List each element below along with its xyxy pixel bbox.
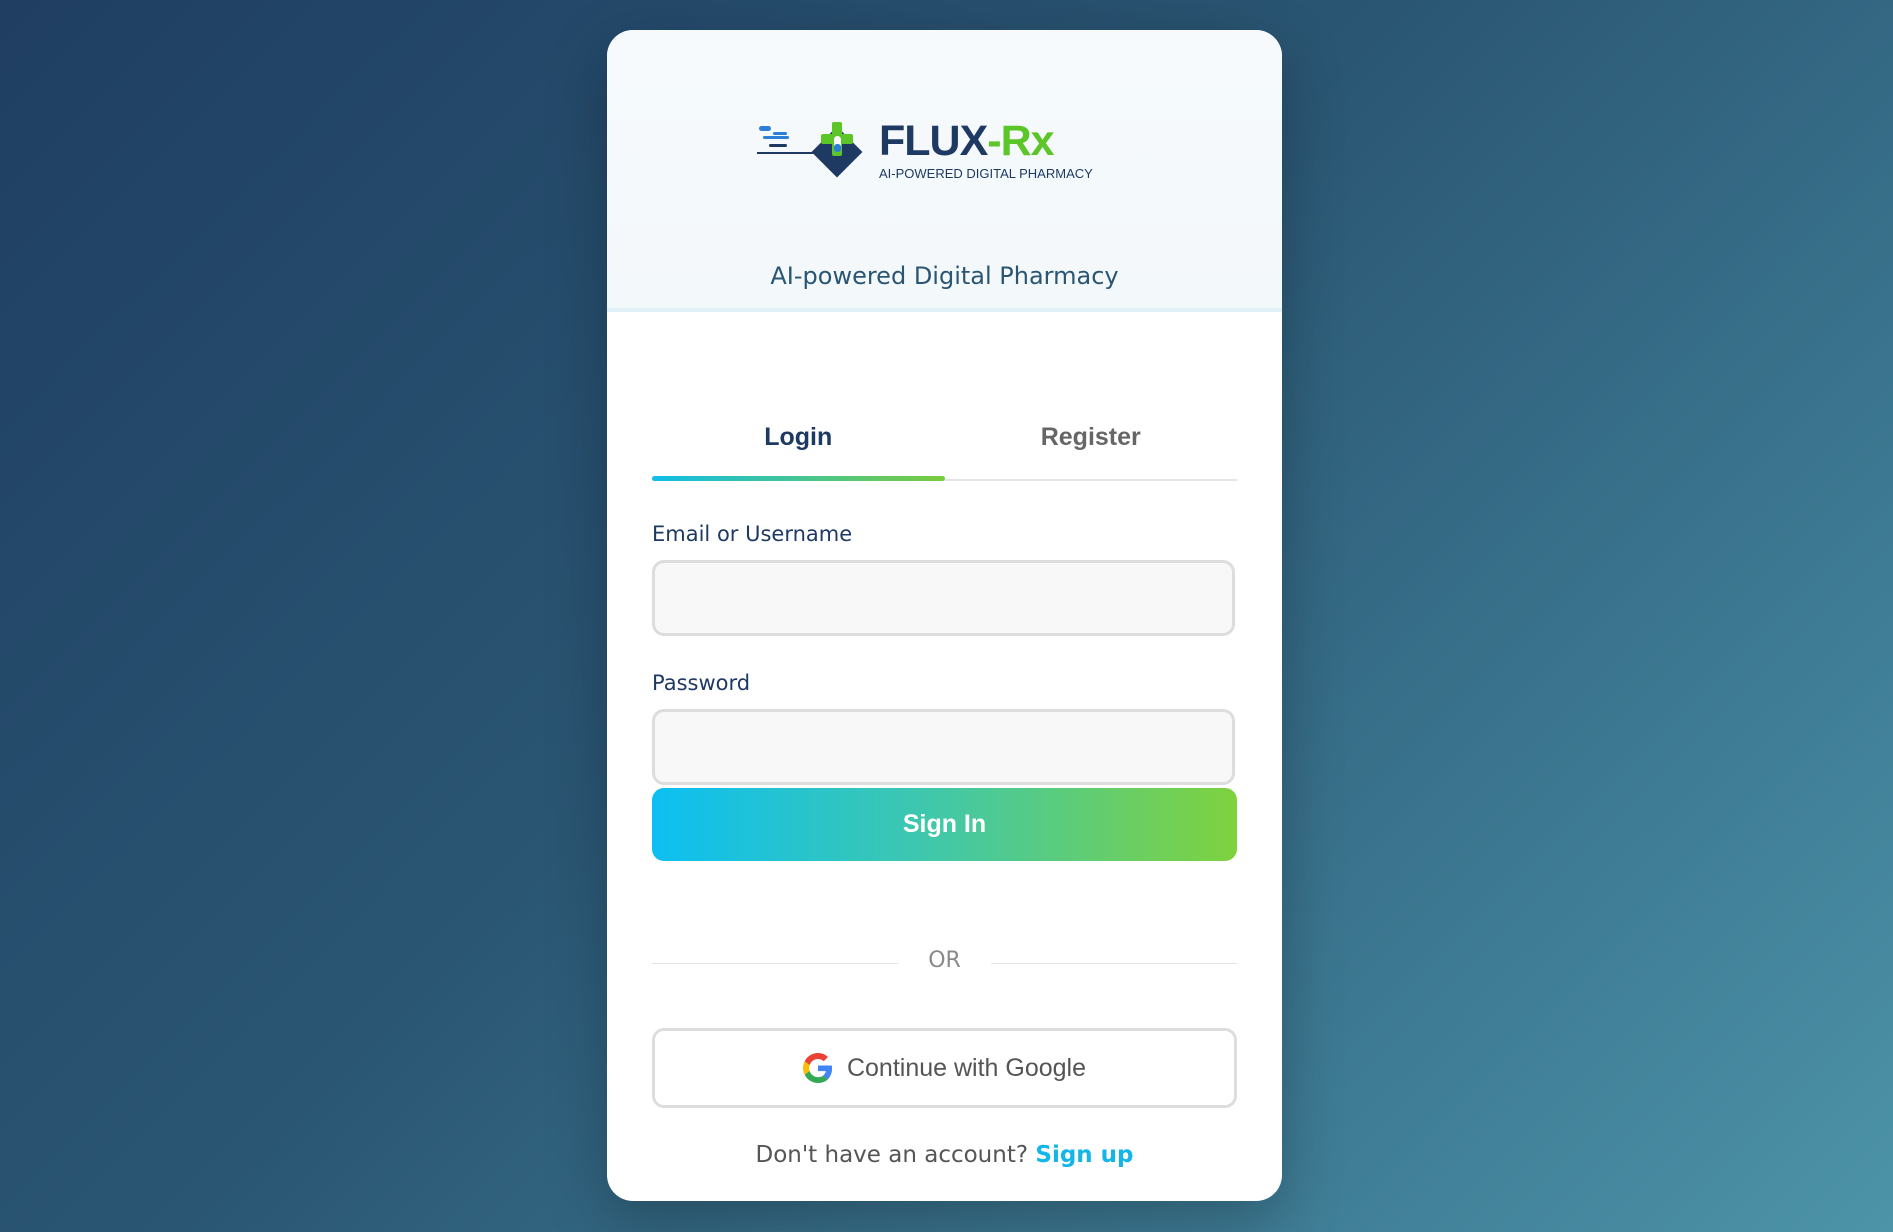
signup-prompt-row: Don't have an account? Sign up — [607, 1142, 1282, 1168]
logo-text: FLUX-Rx AI-POWERED DIGITAL PHARMACY — [879, 118, 1093, 181]
email-label: Email or Username — [652, 522, 853, 546]
or-divider: OR — [652, 948, 1237, 978]
google-signin-button[interactable]: Continue with Google — [652, 1028, 1237, 1108]
signup-prompt-text: Don't have an account? — [755, 1142, 1029, 1168]
card-header: FLUX-Rx AI-POWERED DIGITAL PHARMACY AI-p… — [607, 30, 1282, 312]
password-label: Password — [652, 671, 751, 695]
google-button-label: Continue with Google — [846, 1053, 1087, 1082]
or-text: OR — [928, 948, 961, 973]
password-input[interactable] — [652, 709, 1235, 785]
signup-link[interactable]: Sign up — [1035, 1142, 1133, 1168]
tab-login[interactable]: Login — [652, 415, 945, 479]
auth-tabs: Login Register — [652, 415, 1237, 481]
email-input[interactable] — [652, 560, 1235, 636]
active-tab-indicator — [652, 476, 945, 481]
logo-subtitle: AI-POWERED DIGITAL PHARMACY — [879, 166, 1093, 181]
tagline: AI-powered Digital Pharmacy — [770, 262, 1119, 290]
brand-logo: FLUX-Rx AI-POWERED DIGITAL PHARMACY — [755, 118, 1095, 210]
tab-register[interactable]: Register — [945, 415, 1238, 479]
auth-card: FLUX-Rx AI-POWERED DIGITAL PHARMACY AI-p… — [607, 30, 1282, 1201]
logo-mark-icon — [757, 122, 863, 178]
divider-line-right — [991, 963, 1237, 964]
sign-in-button[interactable]: Sign In — [652, 788, 1237, 861]
google-icon — [802, 1053, 833, 1083]
logo-title: FLUX-Rx — [879, 117, 1055, 165]
